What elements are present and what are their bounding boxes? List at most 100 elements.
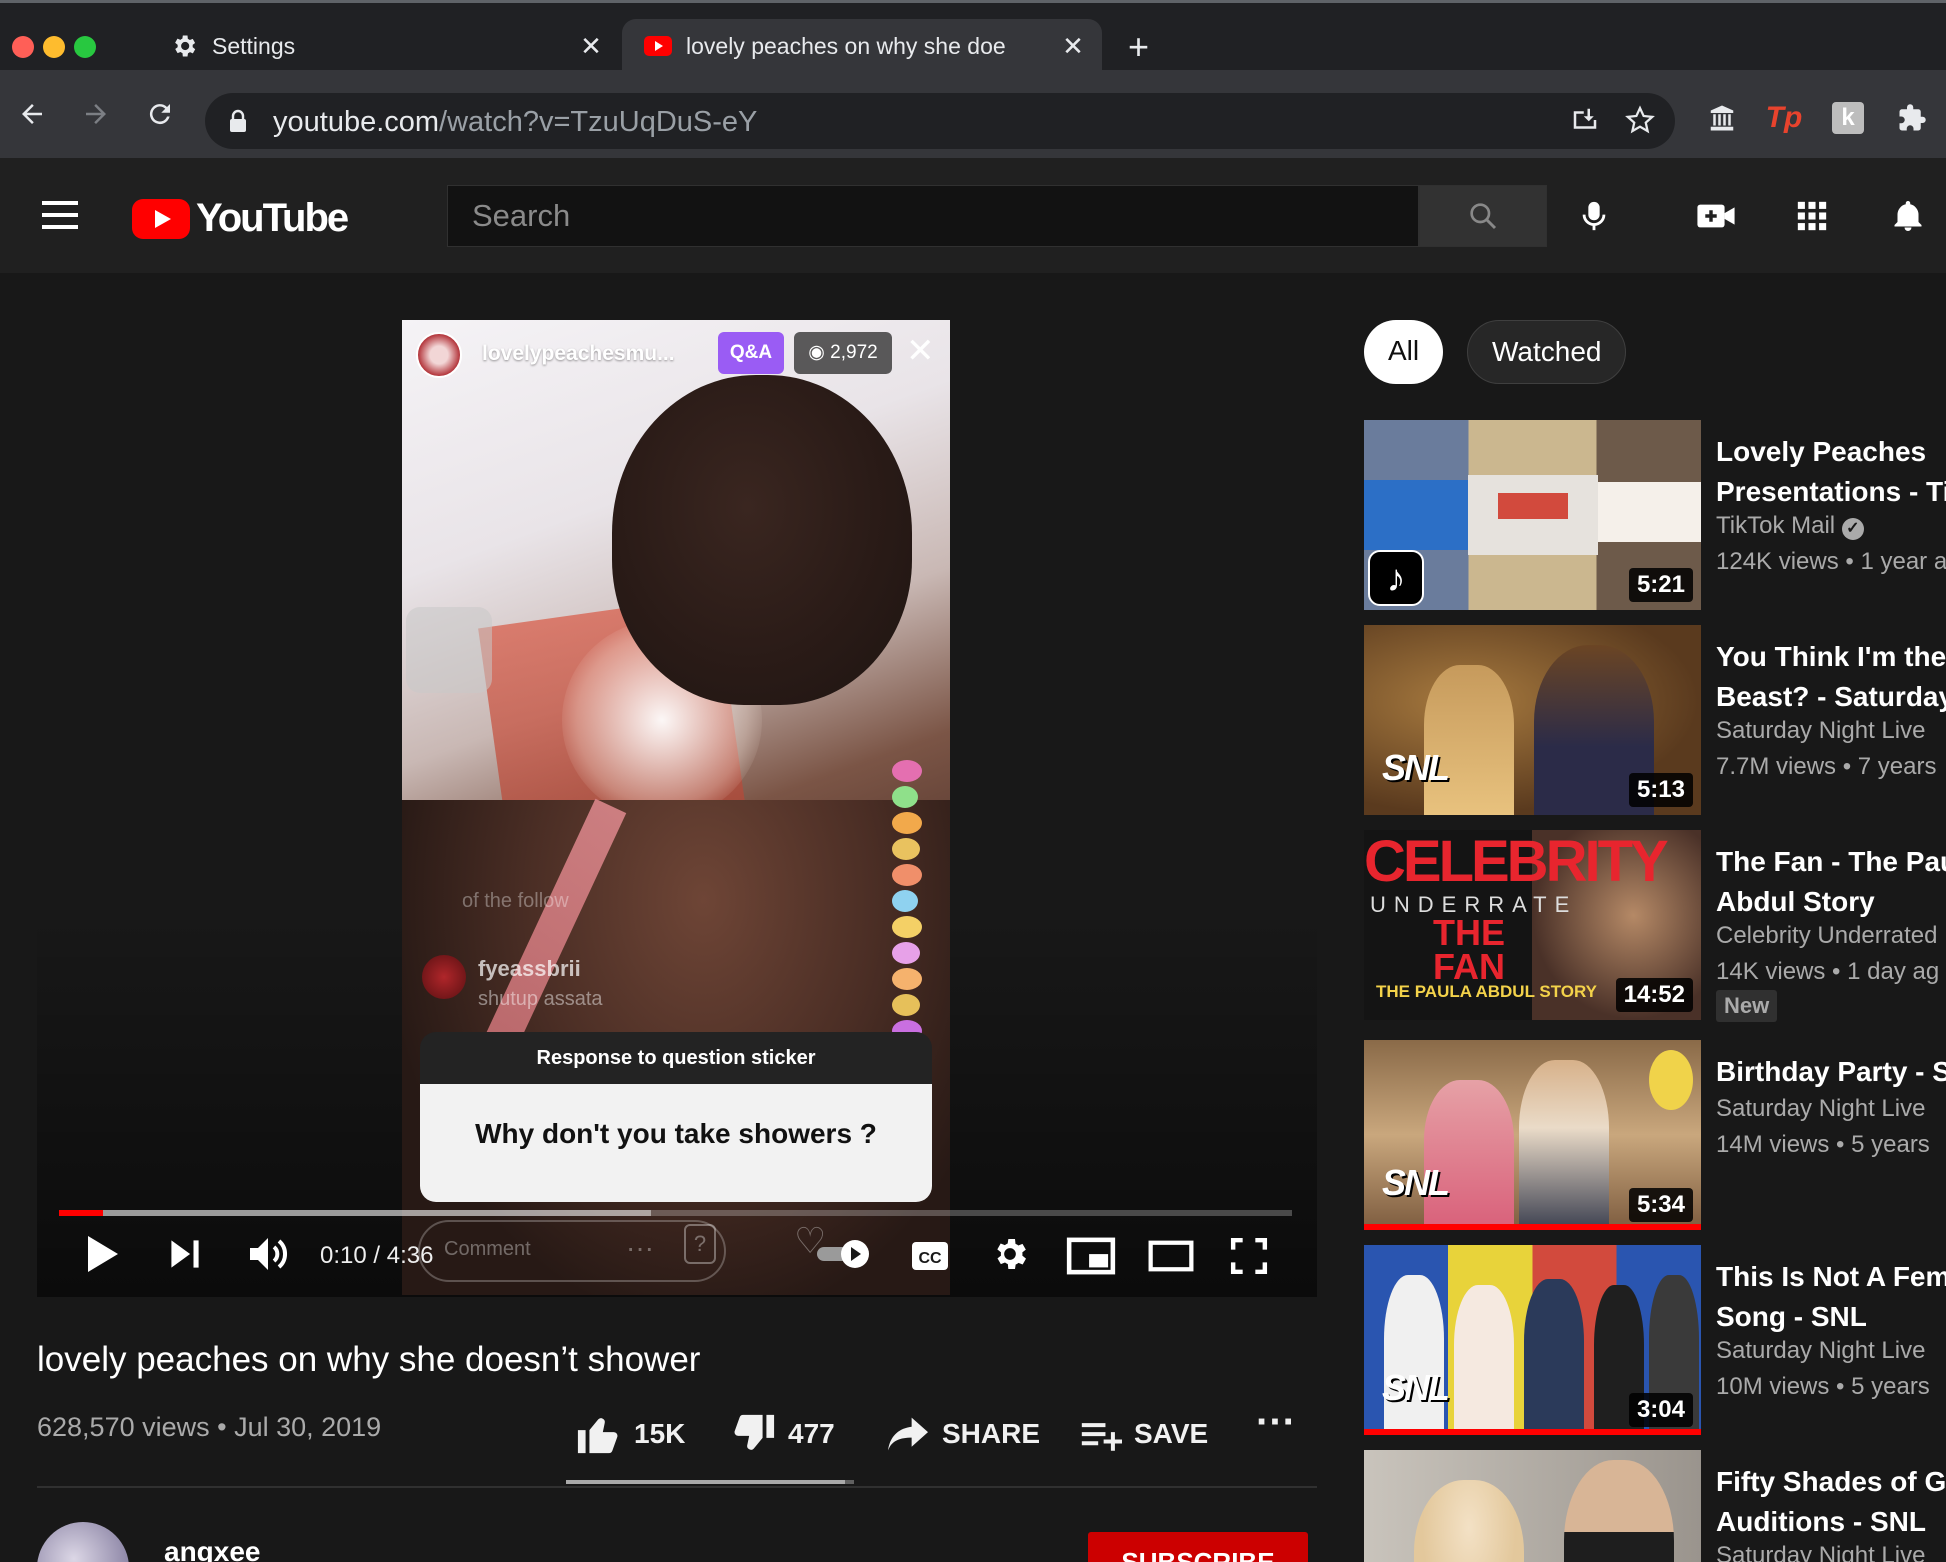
ig-faint-comment: of the follow: [462, 890, 569, 912]
rec-thumbnail: SNL 5:34: [1364, 1040, 1701, 1230]
rec-duration: 5:21: [1628, 568, 1693, 602]
watched-progress-bar: [1364, 1224, 1701, 1230]
tab-settings[interactable]: Settings ✕: [160, 19, 620, 73]
subscribe-button[interactable]: SUBSCRIBE: [1088, 1532, 1308, 1562]
tab-youtube-video[interactable]: lovely peaches on why she doe ✕: [622, 19, 1102, 73]
extension-tp-icon[interactable]: Tp: [1766, 101, 1803, 134]
search-input[interactable]: [448, 186, 1418, 246]
save-button[interactable]: SAVE: [1078, 1412, 1208, 1456]
extension-library-icon[interactable]: [1706, 102, 1738, 134]
microphone-icon[interactable]: [1574, 196, 1614, 236]
autoplay-toggle[interactable]: [815, 1230, 875, 1278]
close-window-button[interactable]: [12, 36, 34, 58]
rec-stats: 7.7M views • 7 years: [1716, 753, 1937, 780]
rec-thumb-title: CELEBRITY: [1364, 830, 1669, 894]
extension-k-icon[interactable]: k: [1832, 102, 1864, 134]
close-tab-icon[interactable]: ✕: [576, 31, 606, 62]
rec-thumbnail: SNL 5:13: [1364, 625, 1701, 815]
rec-title: Fifty Shades of Gr Auditions - SNL: [1716, 1466, 1946, 1537]
like-button[interactable]: 15K: [576, 1412, 685, 1456]
video-view-date: 628,570 views • Jul 30, 2019: [37, 1412, 382, 1442]
rec-thumb-balloon: [1649, 1050, 1693, 1110]
notifications-bell-icon[interactable]: [1888, 196, 1928, 236]
close-tab-icon[interactable]: ✕: [1058, 31, 1088, 62]
ig-commenter-avatar: [422, 955, 466, 999]
forward-arrow-icon[interactable]: [72, 90, 120, 138]
tab-label: lovely peaches on why she doe: [686, 32, 1006, 59]
browser-tabbar: Settings ✕ lovely peaches on why she doe…: [0, 0, 1946, 73]
settings-gear-icon[interactable]: [990, 1230, 1030, 1278]
recommendation-item[interactable]: SNL 3:04 This Is Not A Fem Song - SNL Sat…: [1364, 1245, 1946, 1435]
ig-question-icon: ?: [684, 1224, 716, 1264]
recommendation-item[interactable]: ♪ 5:21 Lovely Peaches Presentations - Ti …: [1364, 420, 1946, 610]
address-bar[interactable]: youtube.com/watch?v=TzuUqDuS-eY: [205, 93, 1675, 149]
rec-thumb-slide: [1468, 475, 1598, 555]
save-label: SAVE: [1134, 1418, 1209, 1449]
recommendation-item[interactable]: SNL 5:13 You Think I'm the Beast? - Satur…: [1364, 625, 1946, 815]
next-button[interactable]: [168, 1230, 202, 1278]
progress-bar[interactable]: [59, 1210, 1292, 1216]
rec-thumb-person: [1564, 1460, 1674, 1562]
ig-comment-box: Comment: [418, 1220, 726, 1282]
new-tab-button[interactable]: +: [1128, 29, 1149, 65]
minimize-window-button[interactable]: [43, 36, 65, 58]
install-app-icon[interactable]: [1570, 105, 1600, 135]
rec-duration: 3:04: [1628, 1393, 1693, 1427]
dislike-button[interactable]: 477: [730, 1412, 835, 1456]
dislike-count: 477: [788, 1418, 835, 1449]
theater-mode-icon[interactable]: [1148, 1232, 1194, 1280]
volume-icon[interactable]: [246, 1230, 294, 1278]
played-bar: [59, 1210, 104, 1216]
filter-chip-all[interactable]: All: [1364, 320, 1444, 384]
youtube-wordmark: YouTube: [196, 196, 349, 240]
youtube-logo[interactable]: YouTube: [132, 196, 349, 241]
rec-stats: 14K views • 1 day ag: [1716, 958, 1940, 985]
more-actions-icon[interactable]: ···: [1256, 1400, 1296, 1444]
reload-icon[interactable]: [136, 90, 184, 138]
gear-icon: [170, 32, 198, 60]
channel-name[interactable]: angxee: [164, 1536, 261, 1562]
verified-check-icon: ✓: [1841, 518, 1864, 540]
channel-avatar[interactable]: [37, 1522, 129, 1562]
fullscreen-icon[interactable]: [1230, 1232, 1268, 1280]
recommendation-item[interactable]: SNL 5:34 Birthday Party - SI Saturday Ni…: [1364, 1040, 1946, 1230]
maximize-window-button[interactable]: [74, 36, 96, 58]
filter-chip-watched[interactable]: Watched: [1467, 320, 1627, 384]
ig-viewer-count: ◉ 2,972: [794, 332, 892, 374]
svg-text:CC: CC: [918, 1250, 942, 1267]
ig-comment-text: shutup assata: [478, 988, 603, 1010]
video-frame[interactable]: lovelypeachesmu... Q&A ◉ 2,972 ✕ of the …: [402, 320, 950, 1295]
recommendation-item[interactable]: Fifty Shades of Gr Auditions - SNL Saturd…: [1364, 1450, 1946, 1562]
apps-grid-icon[interactable]: [1792, 196, 1832, 236]
bookmark-star-icon[interactable]: [1625, 105, 1655, 135]
playlist-add-icon: [1081, 1423, 1122, 1451]
rec-duration: 5:34: [1628, 1188, 1693, 1222]
divider: [37, 1486, 1317, 1488]
miniplayer-icon[interactable]: [1066, 1232, 1116, 1280]
play-button[interactable]: [84, 1230, 120, 1278]
rec-channel: Saturday Night Live: [1716, 1095, 1926, 1122]
snl-logo: SNL: [1382, 1367, 1450, 1408]
back-arrow-icon[interactable]: [8, 90, 56, 138]
rec-thumbnail: CELEBRITY UNDERRATE THE FAN THE PAULA AB…: [1364, 830, 1701, 1020]
recommendation-item[interactable]: CELEBRITY UNDERRATE THE FAN THE PAULA AB…: [1364, 830, 1946, 1022]
extensions-puzzle-icon[interactable]: [1896, 102, 1928, 134]
snl-logo: SNL: [1382, 747, 1450, 788]
sticker-question: Why don't you take showers ?: [420, 1084, 932, 1202]
like-ratio-fill: [566, 1480, 846, 1484]
rec-thumb-person: [1424, 1080, 1514, 1230]
rec-thumbnail: [1364, 1450, 1701, 1562]
search-button[interactable]: [1419, 185, 1547, 247]
search-icon: [1470, 203, 1497, 230]
eye-icon: ◉: [808, 342, 831, 363]
menu-hamburger-icon[interactable]: [42, 201, 78, 229]
share-arrow-icon: [888, 1417, 928, 1451]
rec-duration: 5:13: [1628, 773, 1693, 807]
share-label: SHARE: [942, 1418, 1041, 1449]
youtube-header: YouTube: [0, 158, 1946, 273]
create-video-icon[interactable]: [1696, 196, 1736, 236]
url-text: youtube.com/watch?v=TzuUqDuS-eY: [273, 106, 758, 138]
share-button[interactable]: SHARE: [886, 1412, 1040, 1456]
question-sticker: Response to question sticker Why don't y…: [420, 1032, 932, 1202]
captions-cc-icon[interactable]: CC: [910, 1232, 950, 1280]
